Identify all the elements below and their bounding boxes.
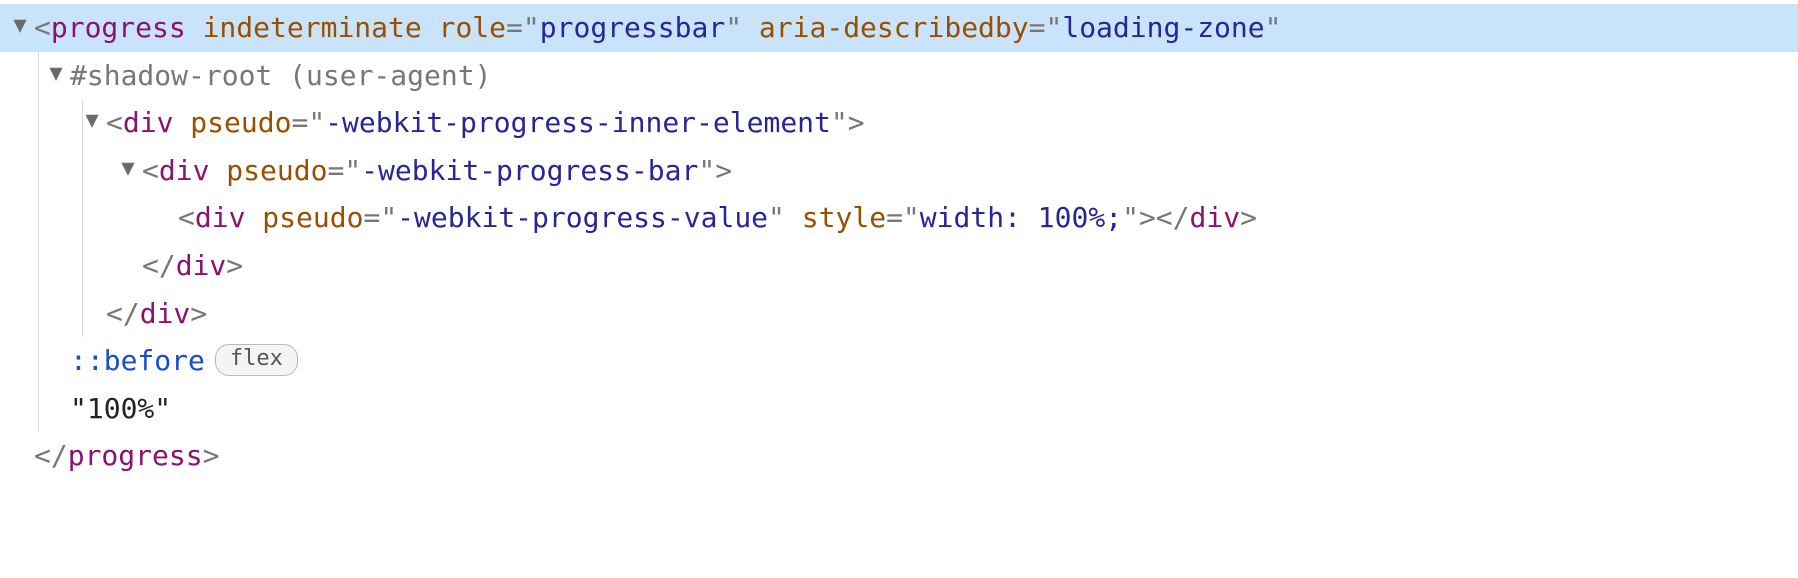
attr-value: -webkit-progress-bar bbox=[361, 154, 698, 187]
gutter: ▼ bbox=[6, 152, 142, 189]
equals: = bbox=[1029, 11, 1046, 44]
angle-close: > bbox=[203, 439, 220, 472]
equals: = bbox=[506, 11, 523, 44]
expand-toggle-icon[interactable]: ▼ bbox=[114, 150, 142, 187]
text-node-value: "100%" bbox=[70, 385, 171, 433]
tag-open: <div pseudo="-webkit-progress-value" sty… bbox=[178, 194, 1257, 242]
quote: " bbox=[523, 11, 540, 44]
tag-close: </div> bbox=[142, 242, 243, 290]
expand-toggle-icon[interactable]: ▼ bbox=[78, 102, 106, 139]
tag-name: div bbox=[123, 106, 174, 139]
dom-node-progress-open[interactable]: ▼ <progress indeterminate role="progress… bbox=[0, 4, 1798, 52]
equals: = bbox=[327, 154, 344, 187]
attr-name: pseudo bbox=[262, 201, 363, 234]
quote: " bbox=[1122, 201, 1139, 234]
equals: = bbox=[363, 201, 380, 234]
dom-tree-panel: ▼ <progress indeterminate role="progress… bbox=[0, 0, 1798, 490]
tag-name-close: div bbox=[1190, 201, 1241, 234]
expand-toggle-icon[interactable]: ▼ bbox=[42, 55, 70, 92]
gutter: ▼ bbox=[6, 104, 106, 141]
tag-name: progress bbox=[51, 11, 186, 44]
angle-close: > bbox=[715, 154, 732, 187]
tag-close: </div> bbox=[106, 290, 207, 338]
gutter: ▼ bbox=[6, 247, 142, 284]
angle-close: > bbox=[1240, 201, 1257, 234]
attr-value: progressbar bbox=[540, 11, 725, 44]
dom-node-div-inner-element-open[interactable]: ▼ <div pseudo="-webkit-progress-inner-el… bbox=[0, 99, 1798, 147]
display-mode-badge: flex bbox=[215, 344, 298, 376]
quote: " bbox=[768, 201, 785, 234]
dom-node-progress-close[interactable]: ▼ </progress> bbox=[0, 432, 1798, 480]
attr-name: role bbox=[439, 11, 506, 44]
dom-node-shadow-root[interactable]: ▼ #shadow-root (user-agent) bbox=[0, 52, 1798, 100]
quote: " bbox=[725, 11, 742, 44]
angle-open-slash: </ bbox=[106, 297, 140, 330]
quote: " bbox=[698, 154, 715, 187]
angle-open: < bbox=[34, 11, 51, 44]
tag-open: <progress indeterminate role="progressba… bbox=[34, 4, 1282, 52]
angle-open-slash: </ bbox=[142, 249, 176, 282]
angle-close: > bbox=[226, 249, 243, 282]
quote: " bbox=[903, 201, 920, 234]
angle-open: < bbox=[142, 154, 159, 187]
angle-close: > bbox=[1139, 201, 1156, 234]
equals: = bbox=[886, 201, 903, 234]
tag-name-close: div bbox=[176, 249, 227, 282]
attr-name: style bbox=[802, 201, 886, 234]
dom-node-text[interactable]: ▼ "100%" bbox=[0, 385, 1798, 433]
tag-name: div bbox=[195, 201, 246, 234]
gutter: ▼ bbox=[6, 199, 178, 236]
dom-node-div-progress-bar-open[interactable]: ▼ <div pseudo="-webkit-progress-bar"> bbox=[0, 147, 1798, 195]
tag-name: div bbox=[159, 154, 210, 187]
attr-name: aria-describedby bbox=[759, 11, 1029, 44]
tag-open: <div pseudo="-webkit-progress-bar"> bbox=[142, 147, 732, 195]
shadow-root-label: #shadow-root (user-agent) bbox=[70, 52, 491, 100]
quote: " bbox=[1265, 11, 1282, 44]
dom-node-div-progress-value[interactable]: ▼ <div pseudo="-webkit-progress-value" s… bbox=[0, 194, 1798, 242]
dom-node-pseudo-before[interactable]: ▼ ::before flex bbox=[0, 337, 1798, 385]
quote: " bbox=[831, 106, 848, 139]
attr-name: indeterminate bbox=[203, 11, 422, 44]
gutter: ▼ bbox=[6, 437, 34, 474]
attr-value: -webkit-progress-inner-element bbox=[325, 106, 831, 139]
pseudo-element-label: ::before bbox=[70, 337, 205, 385]
angle-close: > bbox=[190, 297, 207, 330]
angle-close: > bbox=[848, 106, 865, 139]
tag-name-close: progress bbox=[68, 439, 203, 472]
tag-close: </progress> bbox=[34, 432, 219, 480]
dom-node-div-inner-element-close[interactable]: ▼ </div> bbox=[0, 290, 1798, 338]
quote: " bbox=[344, 154, 361, 187]
tag-open: <div pseudo="-webkit-progress-inner-elem… bbox=[106, 99, 865, 147]
quote: " bbox=[380, 201, 397, 234]
quote: " bbox=[1045, 11, 1062, 44]
attr-value: -webkit-progress-value bbox=[397, 201, 768, 234]
equals: = bbox=[291, 106, 308, 139]
tag-name-close: div bbox=[140, 297, 191, 330]
attr-name: pseudo bbox=[190, 106, 291, 139]
dom-node-div-progress-bar-close[interactable]: ▼ </div> bbox=[0, 242, 1798, 290]
expand-toggle-icon[interactable]: ▼ bbox=[6, 7, 34, 44]
attr-value: width: 100%; bbox=[920, 201, 1122, 234]
gutter: ▼ bbox=[6, 9, 34, 46]
quote: " bbox=[308, 106, 325, 139]
angle-open-slash: </ bbox=[1156, 201, 1190, 234]
gutter: ▼ bbox=[6, 295, 106, 332]
angle-open: < bbox=[178, 201, 195, 234]
angle-open: < bbox=[106, 106, 123, 139]
angle-open-slash: </ bbox=[34, 439, 68, 472]
attr-name: pseudo bbox=[226, 154, 327, 187]
attr-value: loading-zone bbox=[1062, 11, 1264, 44]
